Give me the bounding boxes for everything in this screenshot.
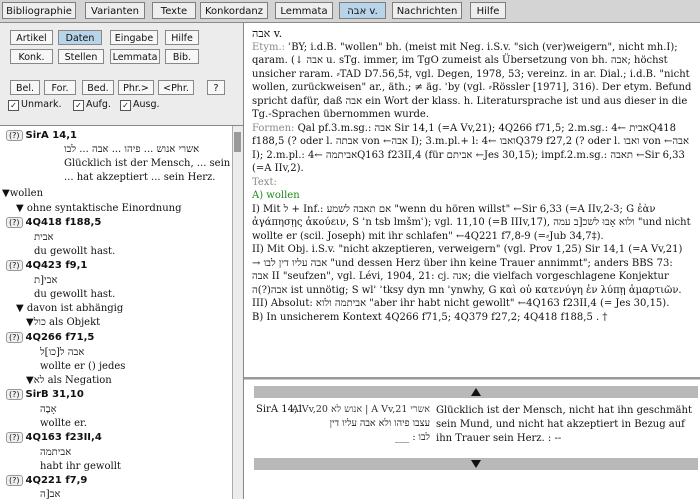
phr-next-button[interactable]: Phr.>: [118, 80, 154, 95]
checkmark-icon: ✓: [120, 100, 131, 111]
tree-translation: du gewollt hast.: [34, 289, 116, 300]
checkmark-icon: ✓: [73, 100, 84, 111]
etym-label: Etym.:: [252, 41, 285, 53]
unmark-checkbox[interactable]: ✓ Unmark.: [8, 99, 61, 111]
meaning-i: I) Mit ל + Inf.: אם תאבה לשמע "wenn du h…: [252, 203, 691, 242]
lemma-heading: אבה v.: [252, 27, 283, 40]
tree-hebrew: אביתמה: [40, 447, 72, 458]
button-panel: Artikel Daten Eingabe Hilfe Konk. Stelle…: [0, 23, 243, 126]
tree-entry[interactable]: (?) SirA 14,1: [6, 130, 77, 141]
tree-entry-ref: 4Q418 f188,5: [25, 217, 102, 228]
text-label: Text:: [252, 176, 277, 188]
tree-node-wollen[interactable]: ▼wollen: [2, 188, 43, 199]
question-icon[interactable]: (?): [6, 260, 23, 271]
tree-entry-ref: SirB 31,10: [25, 389, 84, 400]
aufg-label: Aufg.: [86, 99, 111, 110]
scroll-thumb[interactable]: [234, 132, 241, 152]
question-icon[interactable]: (?): [6, 332, 23, 343]
tree-entry[interactable]: (?) 4Q418 f188,5: [6, 217, 101, 228]
tab-texte[interactable]: Texte: [152, 2, 196, 19]
tree-entry[interactable]: (?) 4Q423 f9,1: [6, 260, 87, 271]
context-hebrew: אשרי A Vv,21 | אנוש לא A Vv,20: [291, 404, 430, 415]
for-button[interactable]: For.: [44, 80, 76, 95]
arrow-down-icon: [471, 460, 481, 468]
tree-scrollbar[interactable]: [232, 126, 243, 499]
etym-text: ʾBY; i.d.B. "wollen" bh. (meist mit Neg.…: [252, 41, 692, 121]
tree-translation: Glücklich ist der Mensch, ... sein Mund,: [64, 158, 232, 169]
tree-hebrew: אבית: [34, 232, 54, 243]
hilfe-button[interactable]: Hilfe: [165, 30, 199, 45]
tree-entry[interactable]: (?) SirB 31,10: [6, 389, 84, 400]
formen-text: Qal pf.3.m.sg.: אבה Sir 14,1 (=A Vv,21);…: [252, 122, 689, 175]
tree-translation: du gewollt hast.: [34, 246, 116, 257]
eingabe-button[interactable]: Eingabe: [110, 30, 158, 45]
context-translation: Glücklich ist der Mensch, nicht hat ihn …: [436, 405, 692, 444]
context-hebrew: לבו : ___: [395, 432, 430, 443]
tree-entry-ref: 4Q163 f23II,4: [25, 432, 102, 443]
tree-entry[interactable]: (?) 4Q163 f23II,4: [6, 432, 102, 443]
tree-translation: ... hat akzeptiert ... sein Herz.: [64, 172, 216, 183]
tree-entry-ref: 4Q423 f9,1: [25, 260, 88, 271]
tree-hebrew: אבה ל[כו]ל: [40, 347, 85, 358]
question-icon[interactable]: (?): [6, 432, 23, 443]
tree-entry-ref: SirA 14,1: [25, 130, 77, 141]
tree-entry-ref: 4Q221 f7,9: [25, 475, 88, 486]
lemmata-button[interactable]: Lemmata: [110, 49, 160, 64]
tab-bibliographie[interactable]: Bibliographie: [2, 2, 76, 19]
tree-node-ohne[interactable]: ▼ ohne syntaktische Einordnung: [16, 203, 181, 214]
phr-prev-button[interactable]: <Phr.: [158, 80, 194, 95]
daten-button[interactable]: Daten: [58, 30, 102, 45]
tree-translation: habt ihr gewollt: [40, 461, 121, 472]
unmark-label: Unmark.: [21, 99, 62, 110]
tree-hebrew: אָבָה: [40, 404, 57, 415]
tab-varianten[interactable]: Varianten: [85, 2, 145, 19]
data-tree: (?) SirA 14,1 אשרי אנוש ... פיהו ... אבה …: [0, 126, 232, 499]
article-panel: אבה v. Etym.: ʾBY; i.d.B. "wollen" bh. (…: [244, 23, 700, 379]
context-panel: SirA 14,1 אשרי A Vv,21 | אנוש לא A Vv,20…: [244, 380, 700, 499]
formen-label: Formen:: [252, 122, 295, 134]
ausg-label: Ausg.: [133, 99, 160, 110]
left-panel: Artikel Daten Eingabe Hilfe Konk. Stelle…: [0, 23, 244, 499]
scroll-down-bar[interactable]: [254, 458, 698, 470]
meaning-ii: II) Mit Obj. i.S.v. "nicht akzeptieren, …: [252, 244, 683, 296]
tree-node-davon[interactable]: ▼ davon ist abhängig: [16, 303, 123, 314]
stellen-button[interactable]: Stellen: [58, 49, 104, 64]
meaning-b: B) In unsicherem Kontext 4Q266 f71,5; 4Q…: [252, 311, 608, 323]
tree-translation: wollte er.: [40, 418, 87, 429]
meaning-a: A) wollen: [252, 190, 300, 201]
tree-hebrew: אבי[ת: [34, 275, 58, 286]
help-question-button[interactable]: ?: [207, 80, 225, 95]
tree-node-object[interactable]: ▼כול als Objekt: [26, 317, 100, 328]
bed-button[interactable]: Bed.: [82, 80, 114, 95]
meaning-iii: III) Absolut: אביתמה ולוא "aber ihr habt…: [252, 298, 670, 309]
tree-translation: wollte er () jedes: [40, 361, 126, 372]
tab-konkordanz[interactable]: Konkordanz: [200, 2, 268, 19]
tree-entry-ref: 4Q266 f71,5: [25, 332, 95, 343]
tree-entry[interactable]: (?) 4Q266 f71,5: [6, 332, 94, 343]
question-icon[interactable]: (?): [6, 217, 23, 228]
artikel-button[interactable]: Artikel: [10, 30, 53, 45]
tree-hebrew: אב[ה: [40, 489, 61, 499]
tree-entry[interactable]: (?) 4Q221 f7,9: [6, 475, 87, 486]
scroll-up-bar[interactable]: [254, 386, 698, 398]
tree-hebrew: אשרי אנוש ... פיהו ... אבה ... לבו: [64, 144, 200, 155]
question-icon[interactable]: (?): [6, 475, 23, 486]
ausg-checkbox[interactable]: ✓ Ausg.: [120, 99, 160, 111]
konk-button[interactable]: Konk.: [10, 49, 53, 64]
article-text: אבה v. Etym.: ʾBY; i.d.B. "wollen" bh. (…: [252, 27, 692, 324]
tab-lemmata[interactable]: Lemmata: [275, 2, 333, 19]
tree-node-negation[interactable]: ▼לא als Negation: [26, 375, 112, 386]
checkmark-icon: ✓: [8, 100, 19, 111]
question-icon[interactable]: (?): [6, 389, 23, 400]
tab-lemma-entry[interactable]: אבה v.: [339, 2, 386, 19]
context-hebrew: עצבו פיהו ולא אבה עליו דין: [329, 418, 430, 429]
tab-hilfe[interactable]: Hilfe: [470, 2, 506, 19]
bel-button[interactable]: Bel.: [10, 80, 40, 95]
bib-button[interactable]: Bib.: [165, 49, 199, 64]
arrow-up-icon: [471, 388, 481, 396]
top-tab-bar: Bibliographie Varianten Texte Konkordanz…: [0, 0, 700, 23]
tab-nachrichten[interactable]: Nachrichten: [392, 2, 462, 19]
aufg-checkbox[interactable]: ✓ Aufg.: [73, 99, 111, 111]
question-icon[interactable]: (?): [6, 130, 23, 141]
